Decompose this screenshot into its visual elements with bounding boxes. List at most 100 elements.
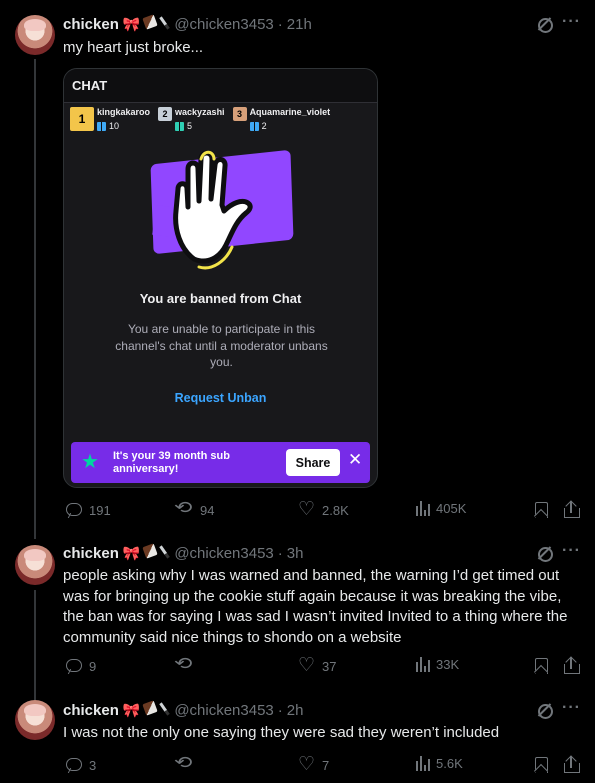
views-icon: [416, 756, 430, 771]
name-emoji: 🎀: [123, 13, 171, 33]
like-count: 37: [322, 658, 337, 674]
like-count: 7: [322, 757, 330, 773]
banned-hand-illustration: [150, 149, 297, 274]
request-unban-link[interactable]: Request Unban: [64, 391, 377, 405]
name-emoji: 🎀: [123, 699, 171, 719]
like-icon: [298, 654, 316, 677]
display-name[interactable]: chicken: [63, 702, 119, 719]
avatar[interactable]: [15, 15, 55, 55]
reply-button[interactable]: 9: [65, 657, 96, 675]
leader-count: 10: [109, 121, 120, 131]
close-icon[interactable]: ✕: [348, 450, 362, 470]
tweet-actions: 9 37 33K: [0, 654, 595, 677]
display-name[interactable]: chicken: [63, 16, 119, 33]
reply-count: 191: [89, 502, 111, 518]
tweet-actions: 191 94 2.8K 405K: [0, 498, 595, 521]
thread-line: [34, 59, 36, 539]
grok-icon[interactable]: [535, 544, 553, 562]
reply-button[interactable]: 191: [65, 501, 111, 519]
leader-item: 2 wackyzashi 5: [158, 107, 225, 141]
timestamp[interactable]: 2h: [287, 702, 304, 719]
hand-icon: [173, 150, 253, 270]
banned-message: You are unable to participate in this ch…: [115, 322, 328, 369]
grok-icon[interactable]: [535, 701, 553, 719]
handle[interactable]: @chicken3453: [174, 702, 273, 719]
tweet-2[interactable]: chicken 🎀 @chicken3453 · 3h ··· people a…: [0, 535, 595, 700]
tweet-text: I was not the only one saying they were …: [63, 724, 500, 741]
separator: ·: [277, 15, 283, 33]
timestamp[interactable]: 21h: [287, 16, 312, 33]
tweet-header: chicken 🎀 @chicken3453 · 21h: [63, 13, 312, 34]
views-button[interactable]: 5.6K: [416, 756, 463, 771]
repost-count: 94: [200, 502, 215, 518]
view-count: 33K: [436, 657, 460, 672]
tweet-text: people asking why I was warned and banne…: [63, 567, 568, 646]
leader-name: kingkakaroo: [97, 107, 151, 117]
rank-badge-icon: 1: [70, 107, 94, 131]
bookmark-icon: [532, 756, 550, 774]
views-button[interactable]: 405K: [416, 501, 466, 516]
timestamp[interactable]: 3h: [287, 545, 304, 562]
share-icon: [562, 656, 580, 675]
bookmark-button[interactable]: [532, 756, 550, 774]
repost-button[interactable]: 94: [176, 501, 214, 519]
display-name[interactable]: chicken: [63, 545, 119, 562]
more-options-icon[interactable]: ···: [562, 542, 581, 560]
avatar[interactable]: [15, 545, 55, 585]
share-icon: [562, 500, 580, 519]
tweet-1[interactable]: chicken 🎀 @chicken3453 · 21h ··· my hear…: [0, 0, 595, 539]
tweet-text: my heart just broke...: [63, 39, 204, 56]
reply-count: 9: [89, 658, 97, 674]
views-button[interactable]: 33K: [416, 657, 459, 672]
repost-icon: [176, 756, 194, 774]
leader-name: Aquamarine_violet: [249, 107, 331, 117]
like-icon: [298, 753, 316, 776]
views-icon: [416, 657, 430, 672]
like-count: 2.8K: [322, 502, 349, 518]
repost-button[interactable]: [176, 756, 200, 774]
more-options-icon[interactable]: ···: [562, 13, 581, 31]
anniversary-text: It's your 39 month sub anniversary!: [113, 450, 230, 475]
leader-item: 3 Aquamarine_violet 2: [232, 107, 331, 141]
bookmark-button[interactable]: [532, 657, 550, 675]
share-button[interactable]: [562, 755, 580, 774]
bookmark-button[interactable]: [532, 501, 550, 519]
grok-icon[interactable]: [535, 15, 553, 33]
sub-anniversary-banner: ★ It's your 39 month sub anniversary! Sh…: [71, 442, 370, 483]
like-icon: [298, 498, 316, 521]
reply-icon: [65, 756, 83, 774]
reply-icon: [65, 657, 83, 675]
views-icon: [416, 501, 430, 516]
like-button[interactable]: 7: [298, 753, 330, 776]
repost-icon: [176, 501, 194, 519]
like-button[interactable]: 37: [298, 654, 337, 677]
view-count: 405K: [436, 501, 467, 516]
avatar[interactable]: [15, 700, 55, 740]
reply-icon: [65, 501, 83, 519]
share-button[interactable]: [562, 656, 580, 675]
repost-icon: [176, 657, 194, 675]
view-count: 5.6K: [436, 756, 463, 771]
gift-leaderboard: 1 kingkakaroo 10 2 wackyzashi 5 3 Aquama…: [70, 107, 371, 141]
tweet-actions: 3 7 5.6K: [0, 753, 595, 776]
separator: ·: [277, 544, 283, 562]
embedded-image[interactable]: CHAT 1 kingkakaroo 10 2 wackyzashi 5 3 A…: [63, 68, 378, 488]
leader-count: 2: [261, 121, 267, 131]
rank-badge-icon: 2: [158, 107, 173, 121]
leader-count: 5: [187, 121, 193, 131]
bookmark-icon: [532, 657, 550, 675]
more-options-icon[interactable]: ···: [562, 699, 581, 717]
share-anniversary-button[interactable]: Share: [286, 449, 340, 476]
tweet-header: chicken 🎀 @chicken3453 · 2h: [63, 699, 304, 720]
handle[interactable]: @chicken3453: [174, 16, 273, 33]
tweet-header: chicken 🎀 @chicken3453 · 3h: [63, 542, 304, 563]
share-button[interactable]: [562, 500, 580, 519]
name-emoji: 🎀: [123, 542, 171, 562]
leader-name: wackyzashi: [175, 107, 225, 117]
reply-button[interactable]: 3: [65, 756, 96, 774]
repost-button[interactable]: [176, 657, 200, 675]
handle[interactable]: @chicken3453: [174, 545, 273, 562]
like-button[interactable]: 2.8K: [298, 498, 349, 521]
leader-item: 1 kingkakaroo 10: [70, 107, 150, 141]
tweet-3[interactable]: chicken 🎀 @chicken3453 · 2h ··· I was no…: [0, 690, 595, 783]
